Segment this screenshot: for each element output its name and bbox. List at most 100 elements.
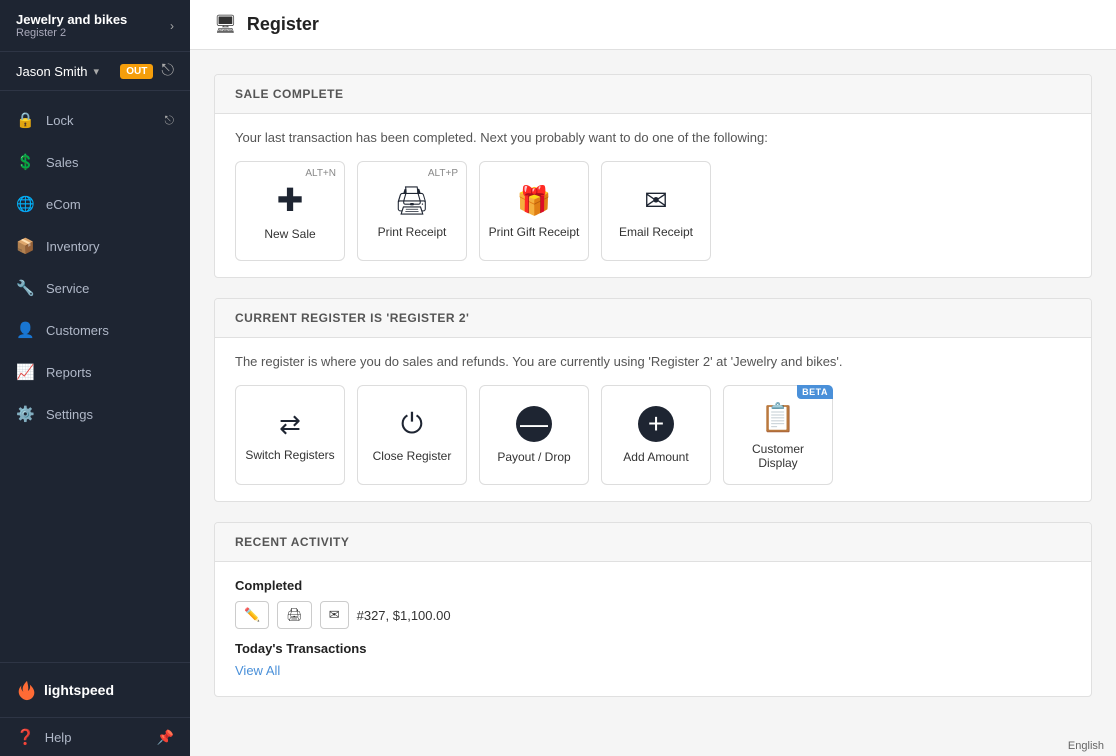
customer-display-card[interactable]: BETA 📋 Customer Display xyxy=(723,385,833,485)
switch-registers-label: Switch Registers xyxy=(245,448,334,462)
ecom-icon: 🌐 xyxy=(16,195,34,213)
current-register-header: CURRENT REGISTER IS 'REGISTER 2' xyxy=(215,299,1091,338)
switch-registers-icon: ⇄ xyxy=(279,409,301,440)
sidebar: Jewelry and bikes Register 2 › Jason Smi… xyxy=(0,0,190,756)
sidebar-item-inventory[interactable]: 📦 Inventory xyxy=(0,225,190,267)
add-amount-icon: + xyxy=(638,406,674,442)
sidebar-item-lock[interactable]: 🔒 Lock ⎋ xyxy=(0,99,190,141)
sidebar-item-label-inventory: Inventory xyxy=(46,239,99,254)
page-title: Register xyxy=(247,14,319,35)
close-register-card[interactable]: ⏻ Close Register xyxy=(357,385,467,485)
sale-complete-body: Your last transaction has been completed… xyxy=(215,114,1091,277)
sale-complete-description: Your last transaction has been completed… xyxy=(235,130,1071,145)
current-register-body: The register is where you do sales and r… xyxy=(215,338,1091,501)
inventory-icon: 📦 xyxy=(16,237,34,255)
sidebar-item-service[interactable]: 🔧 Service xyxy=(0,267,190,309)
edit-transaction-button[interactable]: ✏️ xyxy=(235,601,269,629)
new-sale-label: New Sale xyxy=(264,227,315,241)
sidebar-item-reports[interactable]: 📈 Reports xyxy=(0,351,190,393)
completed-label: Completed xyxy=(235,578,1071,593)
close-register-label: Close Register xyxy=(373,449,452,463)
print-gift-receipt-card[interactable]: 🎁 Print Gift Receipt xyxy=(479,161,589,261)
sidebar-item-label-reports: Reports xyxy=(46,365,92,380)
close-register-icon: ⏻ xyxy=(401,408,423,441)
sidebar-item-label-service: Service xyxy=(46,281,89,296)
settings-icon: ⚙️ xyxy=(16,405,34,423)
sidebar-item-label-sales: Sales xyxy=(46,155,79,170)
new-sale-icon: ✚ xyxy=(277,181,304,219)
email-transaction-button[interactable]: ✉ xyxy=(320,601,349,629)
view-all-link[interactable]: View All xyxy=(235,663,280,678)
sidebar-help-row: ❓ Help 📌 xyxy=(0,717,190,756)
main-content-area: 🖥 Register SALE COMPLETE Your last trans… xyxy=(190,0,1116,756)
email-receipt-label: Email Receipt xyxy=(619,225,693,239)
lightspeed-text: lightspeed xyxy=(44,682,114,698)
help-label: Help xyxy=(45,730,72,745)
help-circle-icon: ❓ xyxy=(16,728,35,746)
sidebar-item-label-lock: Lock xyxy=(46,113,73,128)
print-gift-receipt-icon: 🎁 xyxy=(517,184,552,217)
brand-info: Jewelry and bikes Register 2 xyxy=(16,12,127,39)
switch-registers-card[interactable]: ⇄ Switch Registers xyxy=(235,385,345,485)
print-receipt-card[interactable]: ALT+P 🖨 Print Receipt xyxy=(357,161,467,261)
payout-drop-card[interactable]: — Payout / Drop xyxy=(479,385,589,485)
beta-badge: BETA xyxy=(797,385,833,399)
brand-sub: Register 2 xyxy=(16,27,127,39)
logout-icon[interactable]: ⎋ xyxy=(161,62,174,80)
register-cards: ⇄ Switch Registers ⏻ Close Register — Pa… xyxy=(235,385,1071,485)
sale-complete-cards: ALT+N ✚ New Sale ALT+P 🖨 Print Receipt 🎁… xyxy=(235,161,1071,261)
recent-activity-header: RECENT ACTIVITY xyxy=(215,523,1091,562)
sidebar-item-customers[interactable]: 👤 Customers xyxy=(0,309,190,351)
sale-complete-section: SALE COMPLETE Your last transaction has … xyxy=(214,74,1092,278)
transaction-text: #327, $1,100.00 xyxy=(357,608,451,623)
sidebar-item-ecom[interactable]: 🌐 eCom xyxy=(0,183,190,225)
main-header: 🖥 Register xyxy=(190,0,1116,50)
activity-row: ✏️ 🖨 ✉ #327, $1,100.00 xyxy=(235,601,1071,629)
service-icon: 🔧 xyxy=(16,279,34,297)
sidebar-logo: lightspeed xyxy=(0,662,190,717)
current-register-section: CURRENT REGISTER IS 'REGISTER 2' The reg… xyxy=(214,298,1092,502)
recent-activity-section: RECENT ACTIVITY Completed ✏️ 🖨 ✉ #327, $… xyxy=(214,522,1092,697)
out-badge: OUT xyxy=(120,64,153,79)
add-amount-card[interactable]: + Add Amount xyxy=(601,385,711,485)
language-footer[interactable]: English xyxy=(1056,736,1116,756)
customer-display-label: Customer Display xyxy=(732,442,824,470)
pin-icon[interactable]: 📌 xyxy=(157,729,174,746)
sale-complete-header: SALE COMPLETE xyxy=(215,75,1091,114)
print-receipt-shortcut: ALT+P xyxy=(428,168,458,179)
language-label: English xyxy=(1068,740,1104,752)
lightspeed-logo: lightspeed xyxy=(16,679,174,701)
register-header-icon: 🖥 xyxy=(214,14,237,35)
new-sale-card[interactable]: ALT+N ✚ New Sale xyxy=(235,161,345,261)
brand-name: Jewelry and bikes xyxy=(16,12,127,27)
print-receipt-label: Print Receipt xyxy=(378,225,447,239)
email-receipt-icon: ✉ xyxy=(644,184,667,217)
lock-icon: 🔒 xyxy=(16,111,34,129)
sidebar-item-sales[interactable]: 💲 Sales xyxy=(0,141,190,183)
transactions-title: Today's Transactions xyxy=(235,641,1071,656)
current-register-description: The register is where you do sales and r… xyxy=(235,354,1071,369)
user-info[interactable]: Jason Smith ▾ xyxy=(16,64,99,79)
customers-icon: 👤 xyxy=(16,321,34,339)
payout-drop-label: Payout / Drop xyxy=(497,450,570,464)
print-transaction-button[interactable]: 🖨 xyxy=(277,601,312,629)
brand-chevron: › xyxy=(170,19,174,33)
help-button[interactable]: ❓ Help xyxy=(16,728,71,746)
lock-action-icon[interactable]: ⎋ xyxy=(165,113,175,128)
sidebar-item-label-ecom: eCom xyxy=(46,197,81,212)
print-gift-receipt-label: Print Gift Receipt xyxy=(489,225,580,239)
sidebar-item-settings[interactable]: ⚙️ Settings xyxy=(0,393,190,435)
email-receipt-card[interactable]: ✉ Email Receipt xyxy=(601,161,711,261)
new-sale-shortcut: ALT+N xyxy=(305,168,336,179)
sidebar-user-row: Jason Smith ▾ OUT ⎋ xyxy=(0,52,190,91)
sidebar-item-label-customers: Customers xyxy=(46,323,109,338)
customer-display-icon: 📋 xyxy=(761,401,796,434)
user-chevron: ▾ xyxy=(94,65,100,78)
sidebar-item-label-settings: Settings xyxy=(46,407,93,422)
add-amount-label: Add Amount xyxy=(623,450,688,464)
print-receipt-icon: 🖨 xyxy=(394,184,430,217)
payout-drop-icon: — xyxy=(516,406,552,442)
sidebar-brand-header[interactable]: Jewelry and bikes Register 2 › xyxy=(0,0,190,52)
sidebar-nav: 🔒 Lock ⎋ 💲 Sales 🌐 eCom 📦 Inventory 🔧 Se… xyxy=(0,91,190,662)
lightspeed-flame-icon xyxy=(16,679,38,701)
